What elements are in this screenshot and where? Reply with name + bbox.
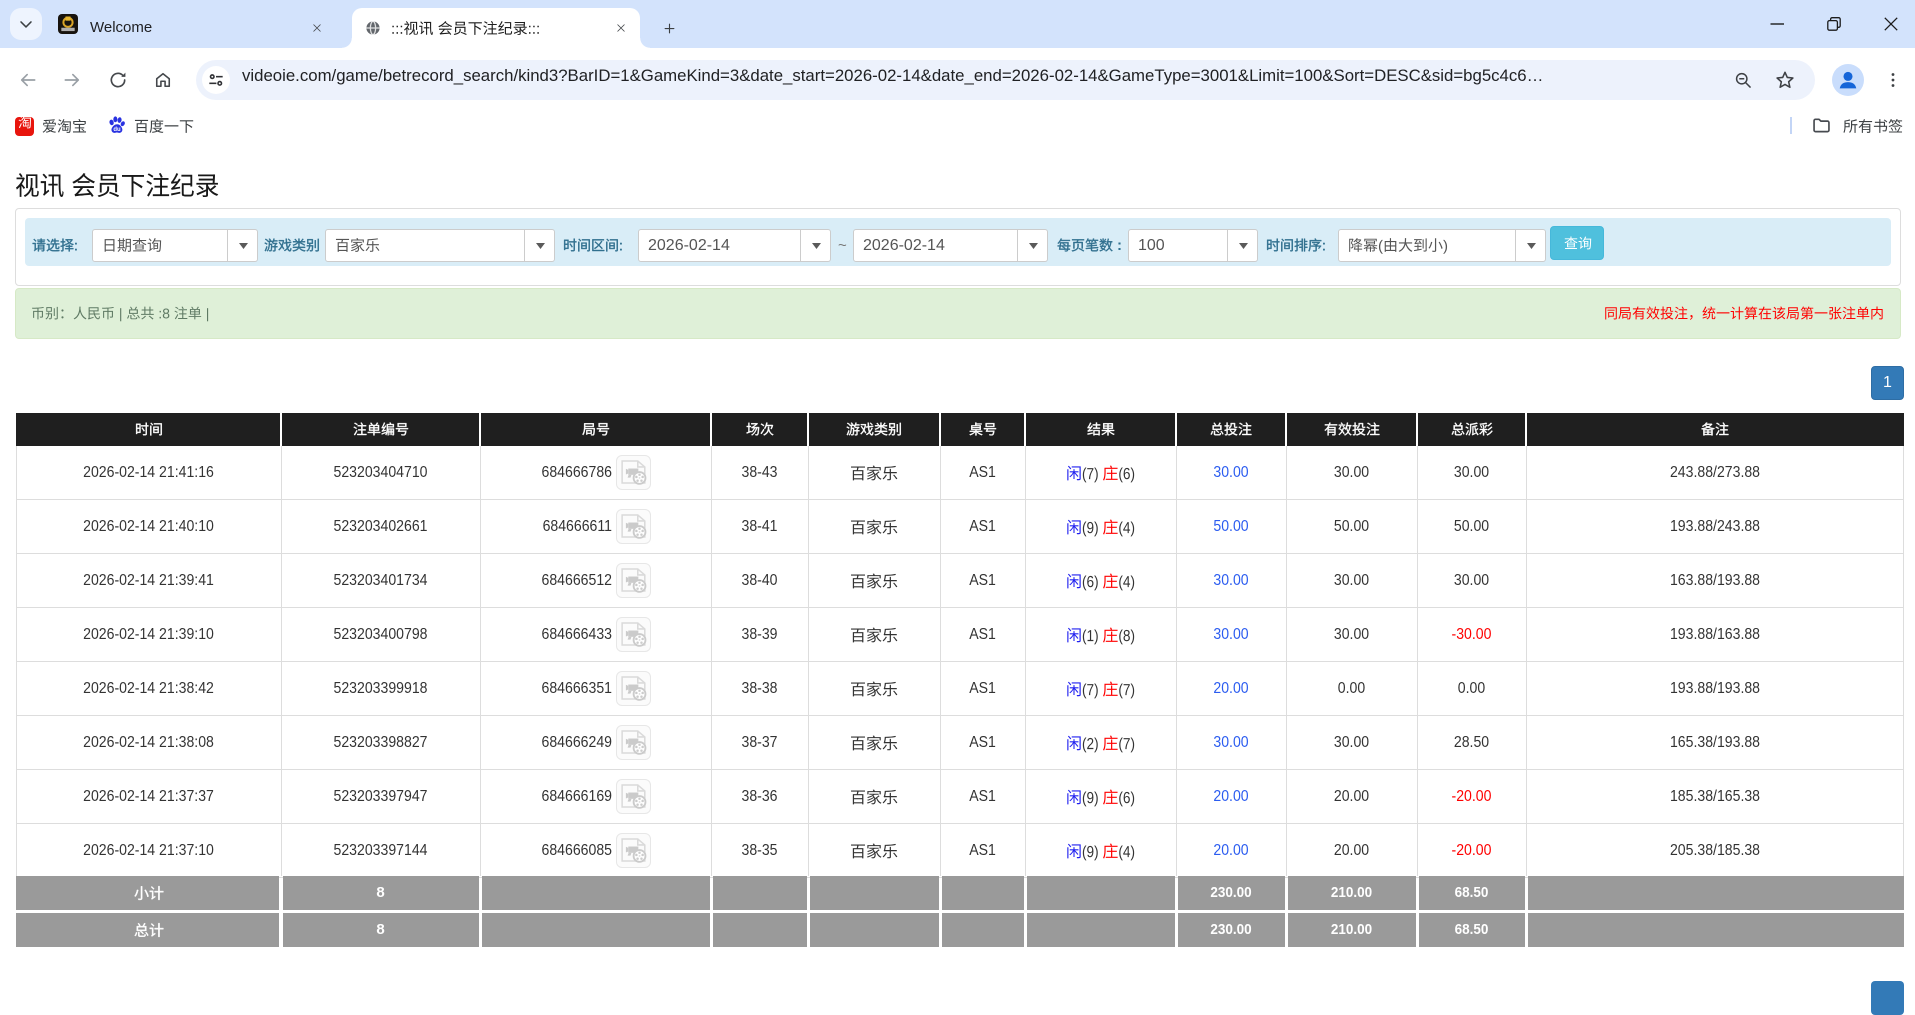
svg-text:du: du bbox=[113, 127, 121, 133]
